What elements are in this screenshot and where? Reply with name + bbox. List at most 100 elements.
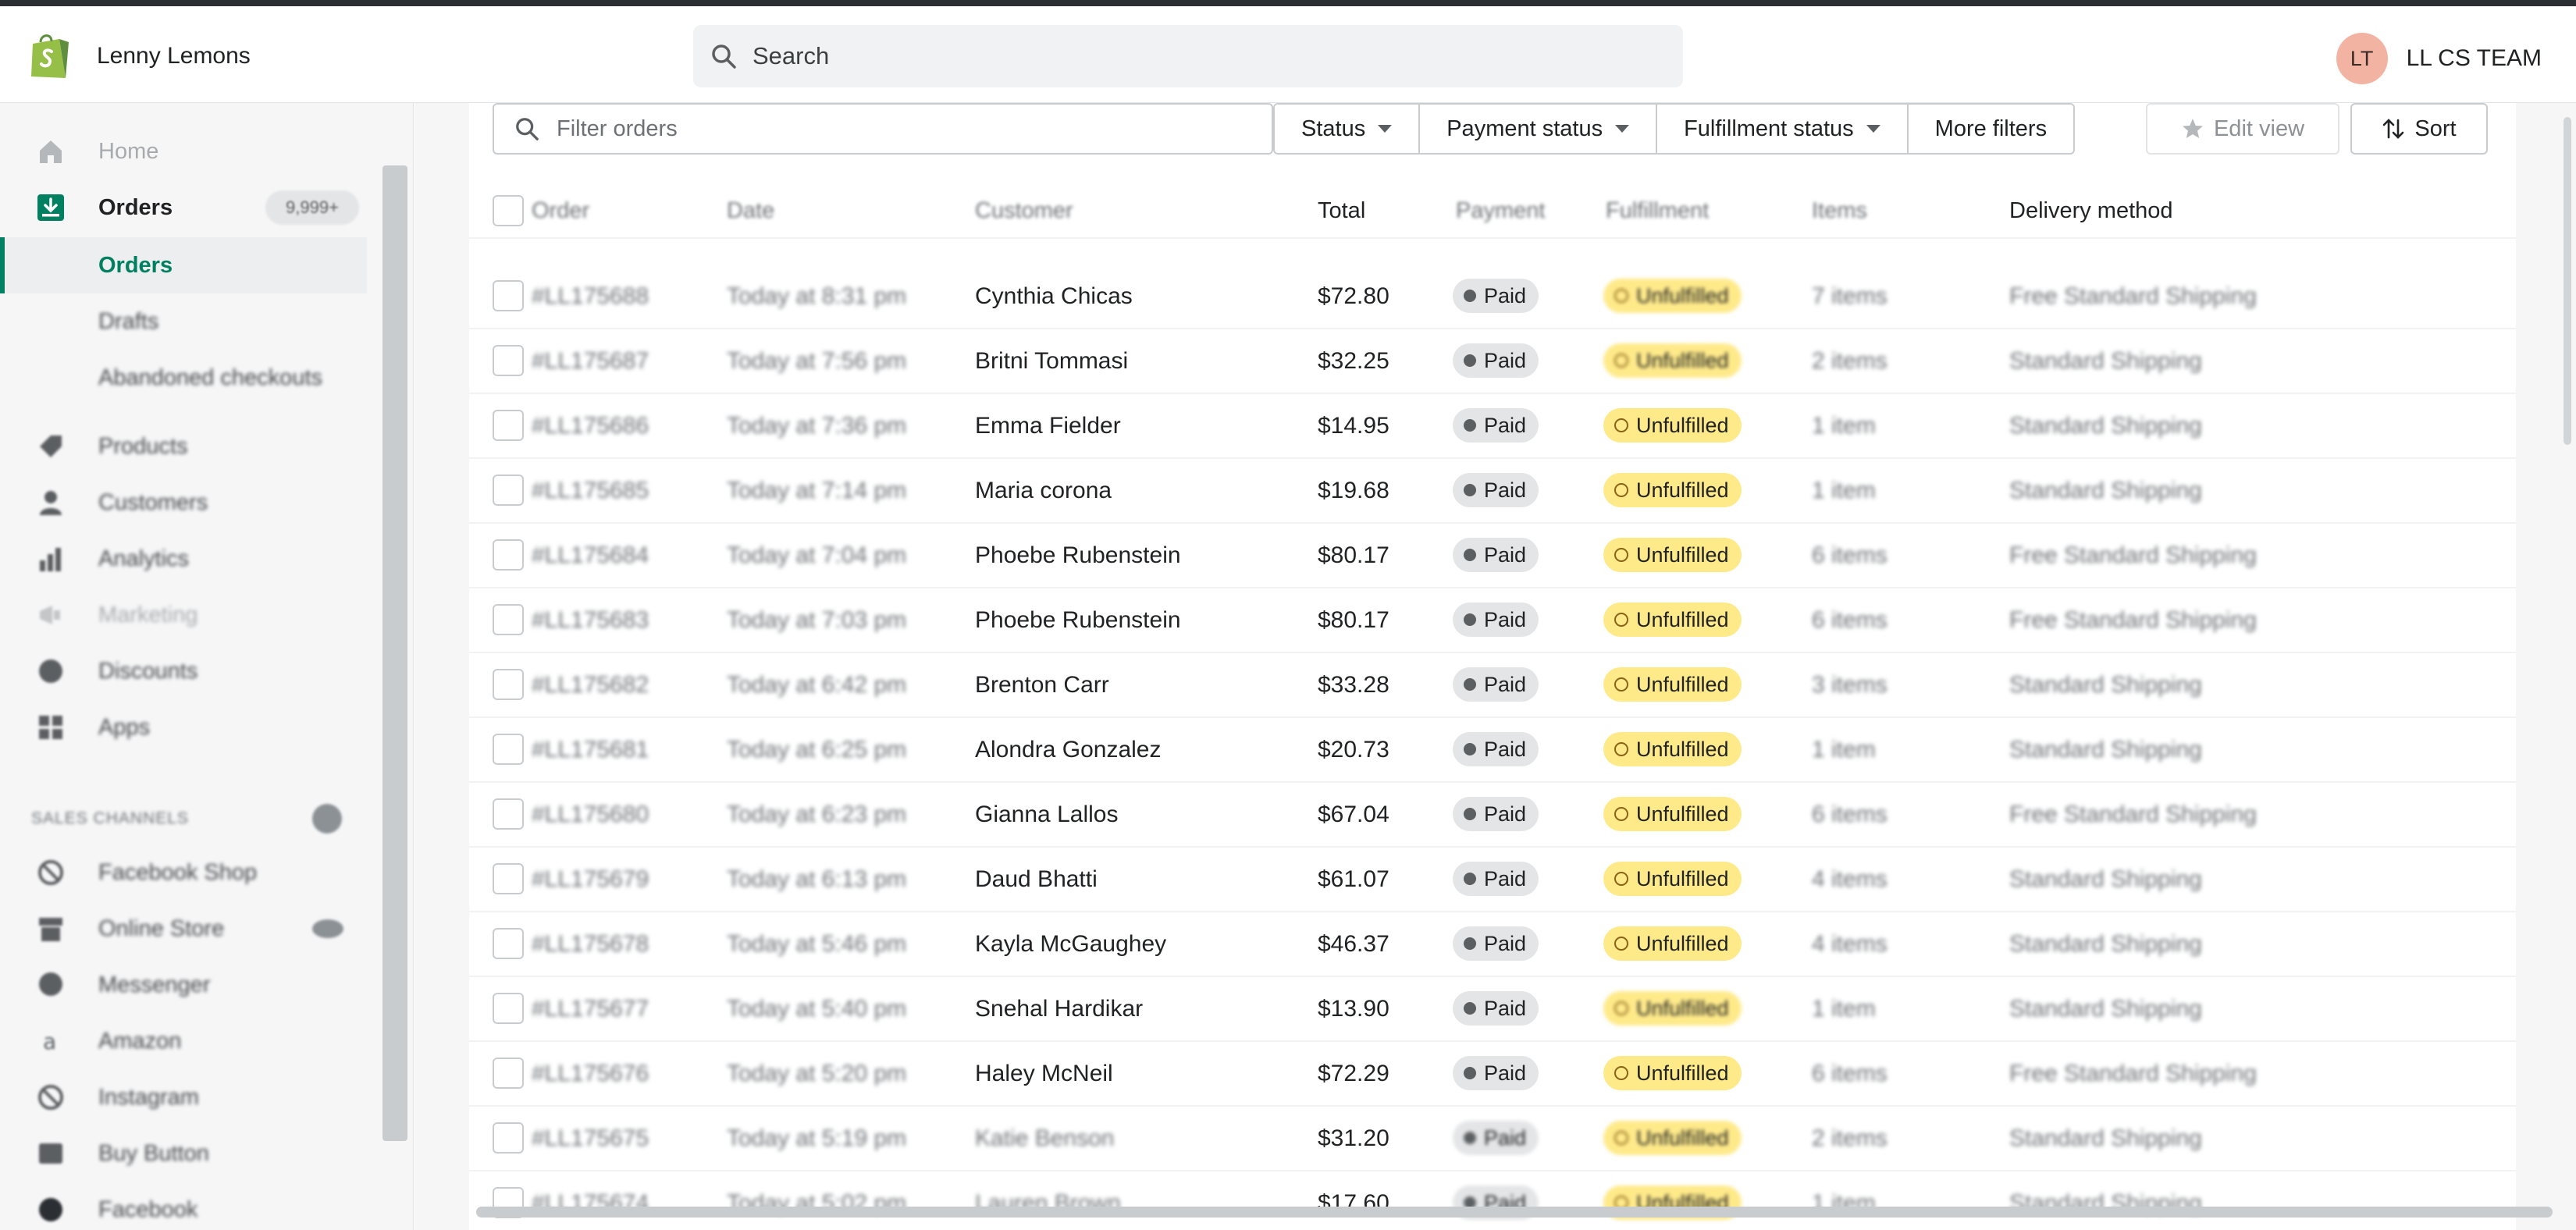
row-checkbox[interactable] <box>493 734 524 765</box>
order-number[interactable]: #LL175687 <box>532 348 649 375</box>
row-checkbox[interactable] <box>493 863 524 894</box>
delivery-method: Free Standard Shipping <box>2009 283 2257 309</box>
customer-name: Snehal Hardikar <box>975 996 1144 1022</box>
column-header-customer[interactable]: Customer <box>975 198 1073 224</box>
sidebar-item-apps[interactable]: Apps <box>0 699 375 755</box>
order-number[interactable]: #LL175685 <box>532 478 649 504</box>
table-row[interactable]: #LL175679 Today at 6:13 pm Daud Bhatti $61.… <box>469 848 2516 912</box>
search-icon <box>712 44 736 69</box>
table-row[interactable]: #LL175686 Today at 7:36 pm Emma Fielder $14… <box>469 394 2516 459</box>
row-checkbox[interactable] <box>493 1122 524 1154</box>
column-header-items[interactable]: Items <box>1812 198 1867 224</box>
row-checkbox[interactable] <box>493 410 524 441</box>
table-row[interactable]: #LL175675 Today at 5:19 pm Katie Benson $31… <box>469 1107 2516 1171</box>
orders-icon <box>36 193 66 222</box>
add-channel-icon[interactable] <box>312 804 342 834</box>
sidebar-item-home[interactable]: Home <box>0 123 375 180</box>
payment-status-label: Paid <box>1484 283 1527 308</box>
row-checkbox[interactable] <box>493 475 524 506</box>
fulfillment-status-filter-button[interactable]: Fulfillment status <box>1657 105 1909 153</box>
status-dot-icon <box>1464 678 1476 691</box>
row-checkbox[interactable] <box>493 345 524 376</box>
store-switcher[interactable]: Lenny Lemons <box>28 31 251 81</box>
more-filters-button[interactable]: More filters <box>1908 105 2074 153</box>
table-row[interactable]: #LL175681 Today at 6:25 pm Alondra Gonzale… <box>469 718 2516 783</box>
sidebar-subitem-abandoned-checkouts[interactable]: Abandoned checkouts <box>0 350 375 406</box>
sidebar-scrollbar-thumb[interactable] <box>382 165 407 1141</box>
sidebar-subitem-drafts[interactable]: Drafts <box>0 293 375 350</box>
edit-view-button[interactable]: Edit view <box>2146 103 2339 155</box>
sidebar-scrollbar[interactable] <box>382 134 407 1219</box>
sidebar-channel-facebook[interactable]: Facebook <box>0 1182 375 1230</box>
column-header-delivery-method[interactable]: Delivery method <box>2009 198 2173 224</box>
table-row[interactable]: #LL175677 Today at 5:40 pm Snehal Hardikar… <box>469 977 2516 1042</box>
sidebar-channel-messenger[interactable]: Messenger <box>0 957 375 1013</box>
order-number[interactable]: #LL175688 <box>532 283 649 310</box>
horizontal-scrollbar[interactable] <box>476 1207 2553 1218</box>
table-row[interactable]: #LL175676 Today at 5:20 pm Haley McNeil $72… <box>469 1042 2516 1107</box>
table-row[interactable]: #LL175682 Today at 6:42 pm Brenton Carr $33… <box>469 653 2516 718</box>
fulfillment-status-badge: Unfulfilled <box>1603 797 1742 831</box>
table-row[interactable]: #LL175685 Today at 7:14 pm Maria corona $19… <box>469 459 2516 524</box>
column-header-total[interactable]: Total <box>1318 198 1365 224</box>
row-checkbox[interactable] <box>493 539 524 571</box>
order-number[interactable]: #LL175681 <box>532 737 649 763</box>
sidebar-channel-buy-button[interactable]: Buy Button <box>0 1125 375 1182</box>
table-row[interactable]: #LL175683 Today at 7:03 pm Phoebe Rubenste… <box>469 588 2516 653</box>
table-row[interactable]: #LL175680 Today at 6:23 pm Gianna Lallos $6… <box>469 783 2516 848</box>
order-number[interactable]: #LL175683 <box>532 607 649 634</box>
status-dot-icon <box>1464 290 1476 302</box>
row-checkbox[interactable] <box>493 604 524 635</box>
sidebar-item-analytics[interactable]: Analytics <box>0 531 375 587</box>
column-header-payment[interactable]: Payment <box>1456 198 1545 224</box>
row-checkbox[interactable] <box>493 280 524 311</box>
order-number[interactable]: #LL175684 <box>532 542 649 569</box>
sidebar-item-label: Amazon <box>98 1028 182 1054</box>
row-checkbox[interactable] <box>493 928 524 959</box>
sidebar-channel-online-store[interactable]: Online Store <box>0 901 375 957</box>
column-header-order[interactable]: Order <box>532 198 589 224</box>
column-header-fulfillment[interactable]: Fulfillment <box>1606 198 1709 224</box>
sidebar-subitem-orders[interactable]: Orders <box>0 237 375 293</box>
column-header-date[interactable]: Date <box>727 198 774 224</box>
select-all-checkbox[interactable] <box>493 195 524 226</box>
sidebar-item-orders[interactable]: Orders 9,999+ <box>0 180 375 236</box>
order-number[interactable]: #LL175675 <box>532 1125 649 1152</box>
user-menu[interactable]: LT LL CS TEAM <box>2336 33 2542 84</box>
table-row[interactable]: #LL175678 Today at 5:46 pm Kayla McGaughey… <box>469 912 2516 977</box>
order-number[interactable]: #LL175682 <box>532 672 649 699</box>
search-input[interactable]: Search <box>693 25 1683 87</box>
filter-orders-input[interactable]: Filter orders <box>493 103 1273 155</box>
row-checkbox[interactable] <box>493 993 524 1024</box>
order-number[interactable]: #LL175676 <box>532 1061 649 1087</box>
sidebar-channel-instagram[interactable]: Instagram <box>0 1069 375 1125</box>
sidebar-item-marketing[interactable]: Marketing <box>0 587 375 643</box>
order-number[interactable]: #LL175678 <box>532 931 649 958</box>
order-number[interactable]: #LL175679 <box>532 866 649 893</box>
sidebar-item-discounts[interactable]: Discounts <box>0 643 375 699</box>
table-row[interactable]: #LL175684 Today at 7:04 pm Phoebe Rubenste… <box>469 524 2516 588</box>
eye-icon[interactable] <box>312 919 343 938</box>
sort-button[interactable]: Sort <box>2350 103 2488 155</box>
order-date: Today at 6:25 pm <box>727 737 907 763</box>
table-row[interactable]: #LL175674 Today at 5:02 pm Lauren Brown $17… <box>469 1171 2516 1230</box>
row-checkbox[interactable] <box>493 669 524 700</box>
table-row[interactable]: #LL175688 Today at 8:31 pm Cynthia Chicas $… <box>469 265 2516 329</box>
payment-status-badge: Paid <box>1453 538 1539 572</box>
status-ring-icon <box>1614 289 1628 303</box>
status-filter-button[interactable]: Status <box>1275 105 1421 153</box>
table-row[interactable]: #LL175687 Today at 7:56 pm Britni Tommasi $… <box>469 329 2516 394</box>
top-bar: Lenny Lemons Search LT LL CS TEAM <box>0 0 2576 103</box>
sidebar-item-products[interactable]: Products <box>0 418 375 475</box>
order-number[interactable]: #LL175677 <box>532 996 649 1022</box>
row-checkbox[interactable] <box>493 1058 524 1089</box>
payment-status-filter-button[interactable]: Payment status <box>1420 105 1658 153</box>
sidebar-channel-amazon[interactable]: a Amazon <box>0 1013 375 1069</box>
caret-down-icon <box>1615 125 1630 133</box>
row-checkbox[interactable] <box>493 798 524 830</box>
order-number[interactable]: #LL175680 <box>532 802 649 828</box>
order-number[interactable]: #LL175686 <box>532 413 649 439</box>
vertical-scrollbar[interactable] <box>2564 117 2571 445</box>
sidebar-item-customers[interactable]: Customers <box>0 475 375 531</box>
sidebar-channel-facebook-shop[interactable]: Facebook Shop <box>0 844 375 901</box>
